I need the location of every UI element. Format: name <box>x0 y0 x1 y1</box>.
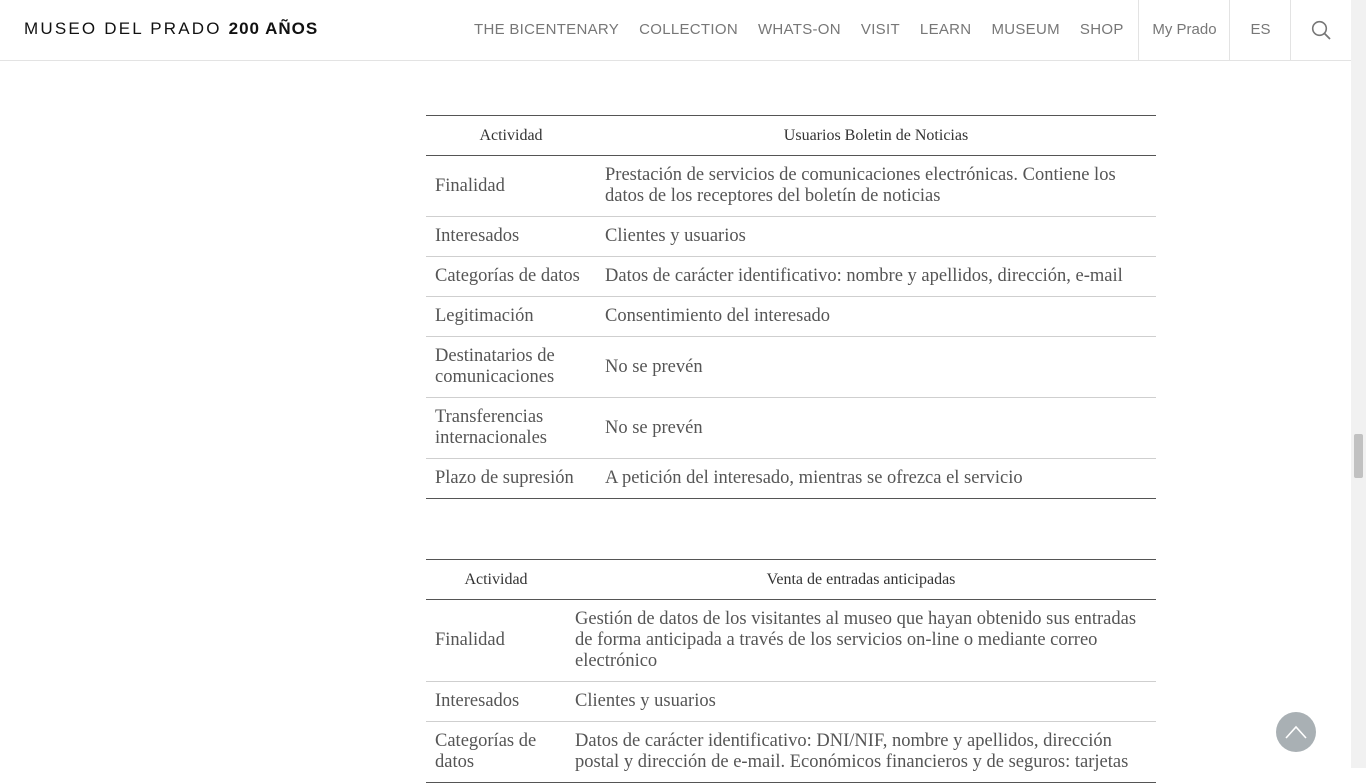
row-value: Consentimiento del interesado <box>596 296 1156 337</box>
row-value: Prestación de servicios de comunicacione… <box>596 155 1156 217</box>
search-icon <box>1311 20 1331 40</box>
row-label: Categorías de datos <box>426 256 596 297</box>
table-header-row: Actividad Usuarios Boletin de Noticias <box>426 115 1156 156</box>
nav-collection[interactable]: COLLECTION <box>629 0 748 60</box>
column-header: Actividad <box>426 559 566 600</box>
table-row: Interesados Clientes y usuarios <box>426 216 1156 257</box>
newsletter-privacy-table: Actividad Usuarios Boletin de Noticias F… <box>426 115 1156 499</box>
row-value: Clientes y usuarios <box>596 216 1156 257</box>
main-nav: THE BICENTENARY COLLECTION WHATS-ON VISI… <box>464 0 1134 60</box>
row-value: Clientes y usuarios <box>566 681 1156 722</box>
column-header: Actividad <box>426 115 596 156</box>
table-header-row: Actividad Venta de entradas anticipadas <box>426 559 1156 600</box>
nav-whats-on[interactable]: WHATS-ON <box>748 0 851 60</box>
nav-museum[interactable]: MUSEUM <box>981 0 1069 60</box>
page-scrollbar[interactable] <box>1351 0 1366 768</box>
scrollbar-thumb[interactable] <box>1354 434 1363 478</box>
table-row: Finalidad Gestión de datos de los visita… <box>426 599 1156 682</box>
chevron-up-icon <box>1285 725 1307 739</box>
logo-bicentenary: 200 AÑOS <box>228 19 319 38</box>
row-label: Finalidad <box>426 599 566 682</box>
logo-text: MUSEO DEL PRADO <box>24 19 222 38</box>
row-value: No se prevén <box>596 397 1156 459</box>
row-label: Categorías de datos <box>426 721 566 783</box>
back-to-top-button[interactable] <box>1276 712 1316 752</box>
nav-visit[interactable]: VISIT <box>851 0 910 60</box>
nav-bicentenary[interactable]: THE BICENTENARY <box>464 0 629 60</box>
my-prado-link[interactable]: My Prado <box>1138 0 1230 60</box>
row-label: Interesados <box>426 216 596 257</box>
nav-shop[interactable]: SHOP <box>1070 0 1134 60</box>
row-label: Finalidad <box>426 155 596 217</box>
row-value: A petición del interesado, mientras se o… <box>596 458 1156 499</box>
row-value: Datos de carácter identificativo: DNI/NI… <box>566 721 1156 783</box>
row-value: Gestión de datos de los visitantes al mu… <box>566 599 1156 682</box>
row-value: No se prevén <box>596 336 1156 398</box>
column-header: Venta de entradas anticipadas <box>566 559 1156 600</box>
table-row: Transferencias internacionales No se pre… <box>426 397 1156 459</box>
table-row: Interesados Clientes y usuarios <box>426 681 1156 722</box>
table-row: Plazo de supresión A petición del intere… <box>426 458 1156 499</box>
table-row: Categorías de datos Datos de carácter id… <box>426 256 1156 297</box>
table-row: Finalidad Prestación de servicios de com… <box>426 155 1156 217</box>
site-logo[interactable]: MUSEO DEL PRADO 200 AÑOS <box>24 19 318 39</box>
table-row: Categorías de datos Datos de carácter id… <box>426 721 1156 783</box>
language-selector[interactable]: ES <box>1229 0 1291 60</box>
row-label: Interesados <box>426 681 566 722</box>
column-header: Usuarios Boletin de Noticias <box>596 115 1156 156</box>
row-label: Transferencias internacionales <box>426 397 596 459</box>
site-header: MUSEO DEL PRADO 200 AÑOS THE BICENTENARY… <box>0 0 1351 61</box>
row-label: Destinatarios de comunicaciones <box>426 336 596 398</box>
row-label: Legitimación <box>426 296 596 337</box>
table-row: Destinatarios de comunicaciones No se pr… <box>426 336 1156 398</box>
table-row: Legitimación Consentimiento del interesa… <box>426 296 1156 337</box>
ticket-sales-privacy-table: Actividad Venta de entradas anticipadas … <box>426 559 1156 783</box>
nav-learn[interactable]: LEARN <box>910 0 982 60</box>
row-label: Plazo de supresión <box>426 458 596 499</box>
search-button[interactable] <box>1290 0 1352 60</box>
row-value: Datos de carácter identificativo: nombre… <box>596 256 1156 297</box>
